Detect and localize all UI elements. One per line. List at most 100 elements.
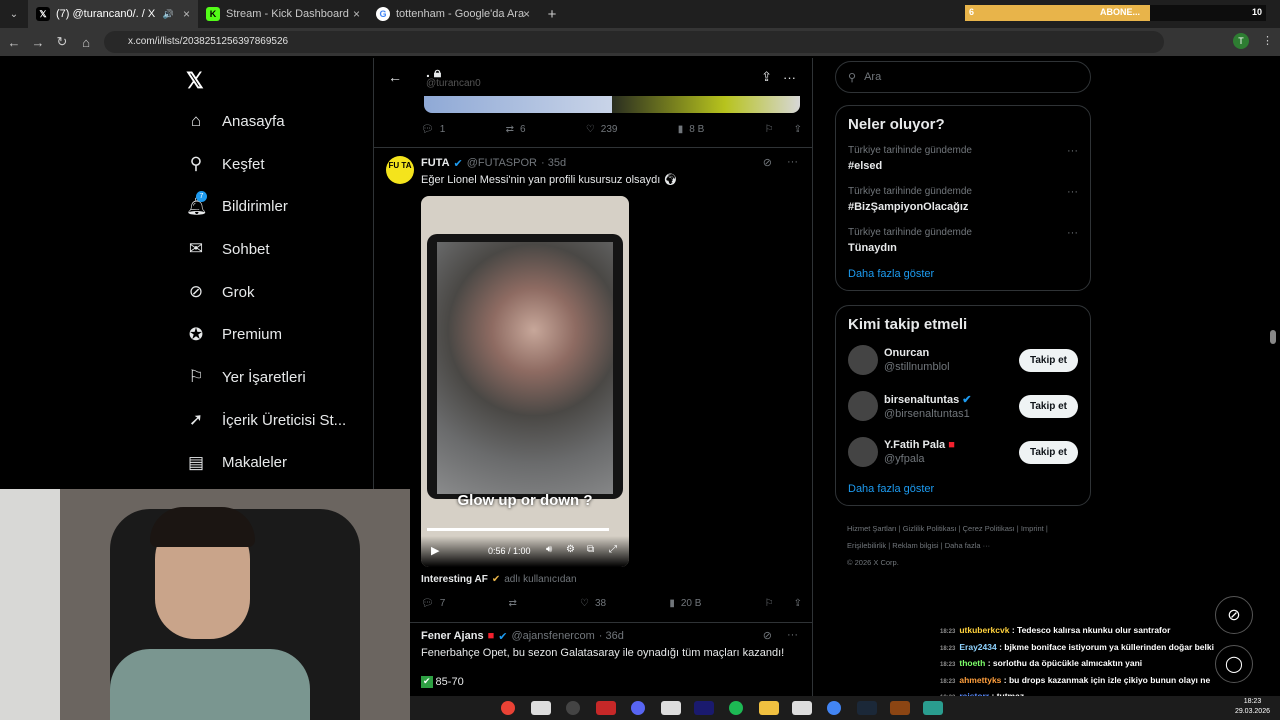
tab-x[interactable]: 𝕏 (7) @turancan0/. / X 🔊 × [28, 0, 198, 28]
game-app-icon[interactable] [889, 701, 910, 715]
more-icon[interactable]: ··· [787, 156, 798, 168]
avatar[interactable] [848, 345, 878, 375]
tweet-time[interactable]: · 35d [541, 157, 566, 170]
scrollbar-thumb[interactable] [1270, 330, 1276, 344]
more-icon[interactable]: ··· [787, 629, 798, 641]
video-progress-bar[interactable] [427, 528, 609, 531]
footer-link[interactable]: Gizlilik Politikası [903, 524, 957, 533]
follow-button[interactable]: Takip et [1018, 440, 1078, 464]
follow-item[interactable]: Onurcan @stillnumblol Takip et [848, 345, 1078, 375]
footer-link[interactable]: Hizmet Şartları [847, 524, 897, 533]
sidebar-item-messages[interactable]: ✉ Sohbet [170, 228, 370, 271]
premiere-app-icon[interactable] [693, 701, 714, 715]
avatar[interactable]: FU TA [386, 156, 414, 184]
home-button-icon[interactable]: ⌂ [74, 35, 98, 50]
more-icon[interactable]: ··· [1067, 145, 1078, 157]
sidebar-item-premium[interactable]: ✪ Premium [170, 313, 370, 356]
back-icon[interactable]: ← [2, 35, 26, 50]
views-button[interactable]: ▮ 8 B [678, 124, 705, 135]
menu-icon[interactable]: ⋮ [1262, 34, 1273, 47]
obs-app-icon[interactable] [566, 701, 580, 715]
capcut-app-icon[interactable] [530, 701, 551, 715]
discord-app-icon[interactable] [631, 701, 645, 715]
tab-search-button[interactable]: ⌄ [0, 9, 28, 20]
chat-username[interactable]: ahmettyks [959, 675, 1001, 685]
views-button[interactable]: ▮ 20 B [669, 598, 701, 609]
sidebar-item-creator-studio[interactable]: ➚ İçerik Üreticisi St... [170, 399, 370, 442]
more-icon[interactable]: ··· [1067, 227, 1078, 239]
follow-item[interactable]: birsenaltuntas ✔ @birsenaltuntas1 Takip et [848, 391, 1078, 421]
audio-icon[interactable]: 🔊 [163, 9, 174, 20]
capcut-app-icon[interactable] [660, 701, 681, 715]
chrome-active-app-icon[interactable] [827, 701, 841, 715]
author-name[interactable]: Fener Ajans [421, 630, 484, 643]
close-tab-icon[interactable]: × [523, 7, 530, 21]
tweet-time[interactable]: · 36d [599, 630, 624, 643]
sidebar-item-bookmarks[interactable]: ⚐ Yer İşaretleri [170, 356, 370, 399]
trends-show-more-link[interactable]: Daha fazla göster [848, 268, 1078, 280]
taskbar-clock[interactable]: 18:23 29.03.2026 [1235, 697, 1270, 717]
new-tab-button[interactable]: + [538, 6, 566, 23]
retweet-button[interactable]: ⇄ 6 [506, 124, 526, 135]
close-tab-icon[interactable]: × [183, 7, 190, 21]
spotify-app-icon[interactable] [729, 701, 743, 715]
reply-button[interactable]: 💬︎ 1 [421, 124, 445, 135]
steam-app-icon[interactable] [856, 701, 877, 715]
avatar[interactable] [848, 437, 878, 467]
back-arrow-icon[interactable]: ← [388, 69, 402, 85]
capcut-app-icon[interactable] [791, 701, 812, 715]
search-input[interactable]: ⚲ Ara [835, 61, 1091, 93]
bookmark-button[interactable]: ⚐ ⇪ [765, 124, 802, 135]
sidebar-item-home[interactable]: ⌂ Anasayfa [170, 100, 370, 143]
follow-button[interactable]: Takip et [1018, 348, 1078, 372]
reload-icon[interactable]: ↻ [50, 34, 74, 50]
share-icon[interactable]: ⇪ [761, 69, 772, 85]
author-name[interactable]: FUTA [421, 157, 450, 170]
footer-link[interactable]: Reklam bilgisi [892, 541, 938, 550]
fullscreen-icon[interactable]: ⤢ [609, 544, 617, 555]
like-button[interactable]: ♡ 239 [586, 124, 618, 135]
reply-button[interactable]: 💬︎ 7 [421, 598, 445, 609]
pip-icon[interactable]: ⧉ [587, 544, 594, 555]
chrome-app-icon[interactable] [501, 701, 515, 715]
tweet-media-image[interactable] [424, 96, 800, 113]
footer-link[interactable]: Imprint [1021, 524, 1044, 533]
sidebar-item-grok[interactable]: ⊘ Grok [170, 271, 370, 314]
forward-icon[interactable]: → [26, 35, 50, 50]
close-tab-icon[interactable]: × [353, 7, 360, 21]
video-player[interactable]: Glow up or down ? ▶ 0:56 / 1:00 🔊︎ ⚙ ⧉ ⤢ [421, 196, 629, 567]
tab-kick[interactable]: K Stream - Kick Dashboard × [198, 0, 368, 28]
trend-item[interactable]: Türkiye tarihinde gündemde #BizŞampiyonOl… [848, 186, 1078, 213]
x-logo-icon[interactable]: 𝕏 [186, 68, 204, 94]
follow-show-more-link[interactable]: Daha fazla göster [848, 483, 1078, 495]
trend-item[interactable]: Türkiye tarihinde gündemde Tünaydın ··· [848, 227, 1078, 254]
more-icon[interactable]: ··· [1067, 186, 1078, 198]
settings-icon[interactable]: ⚙ [566, 544, 575, 555]
red-app-icon[interactable] [595, 701, 616, 715]
retweet-button[interactable]: ⇄ [508, 598, 516, 609]
more-icon[interactable]: ··· [783, 70, 796, 85]
sidebar-item-articles[interactable]: ▤ Makaleler [170, 442, 370, 485]
trend-item[interactable]: Türkiye tarihinde gündemde #elsed ··· [848, 145, 1078, 172]
chat-username[interactable]: utkuberkcvk [959, 625, 1009, 635]
source-name[interactable]: Interesting AF [421, 574, 488, 585]
sidebar-item-explore[interactable]: ⚲ Keşfet [170, 143, 370, 186]
explorer-app-icon[interactable] [758, 701, 779, 715]
url-bar[interactable]: x.com/i/lists/2038251256397869526 [104, 31, 1164, 53]
footer-link[interactable]: Daha fazla ··· [945, 541, 990, 550]
follow-button[interactable]: Takip et [1018, 394, 1078, 418]
grok-icon[interactable]: ⊘ [763, 629, 772, 642]
volume-icon[interactable]: 🔊︎ [546, 544, 552, 555]
profile-avatar[interactable]: T [1233, 33, 1249, 49]
footer-link[interactable]: Çerez Politikası [963, 524, 1015, 533]
chat-username[interactable]: Eray2434 [959, 642, 996, 652]
avatar[interactable] [848, 391, 878, 421]
play-icon[interactable]: ▶ [431, 544, 439, 557]
footer-link[interactable]: Erişilebilirlik [847, 541, 886, 550]
follow-item[interactable]: Y.Fatih Pala ■ @yfpala Takip et [848, 437, 1078, 467]
grok-icon[interactable]: ⊘ [763, 156, 772, 169]
author-handle[interactable]: @FUTASPOR [467, 157, 537, 170]
like-button[interactable]: ♡ 38 [580, 598, 606, 609]
author-handle[interactable]: @ajansfenercom [511, 630, 594, 643]
sidebar-item-notifications[interactable]: 🔔︎ 7 Bildirimler [170, 185, 370, 228]
